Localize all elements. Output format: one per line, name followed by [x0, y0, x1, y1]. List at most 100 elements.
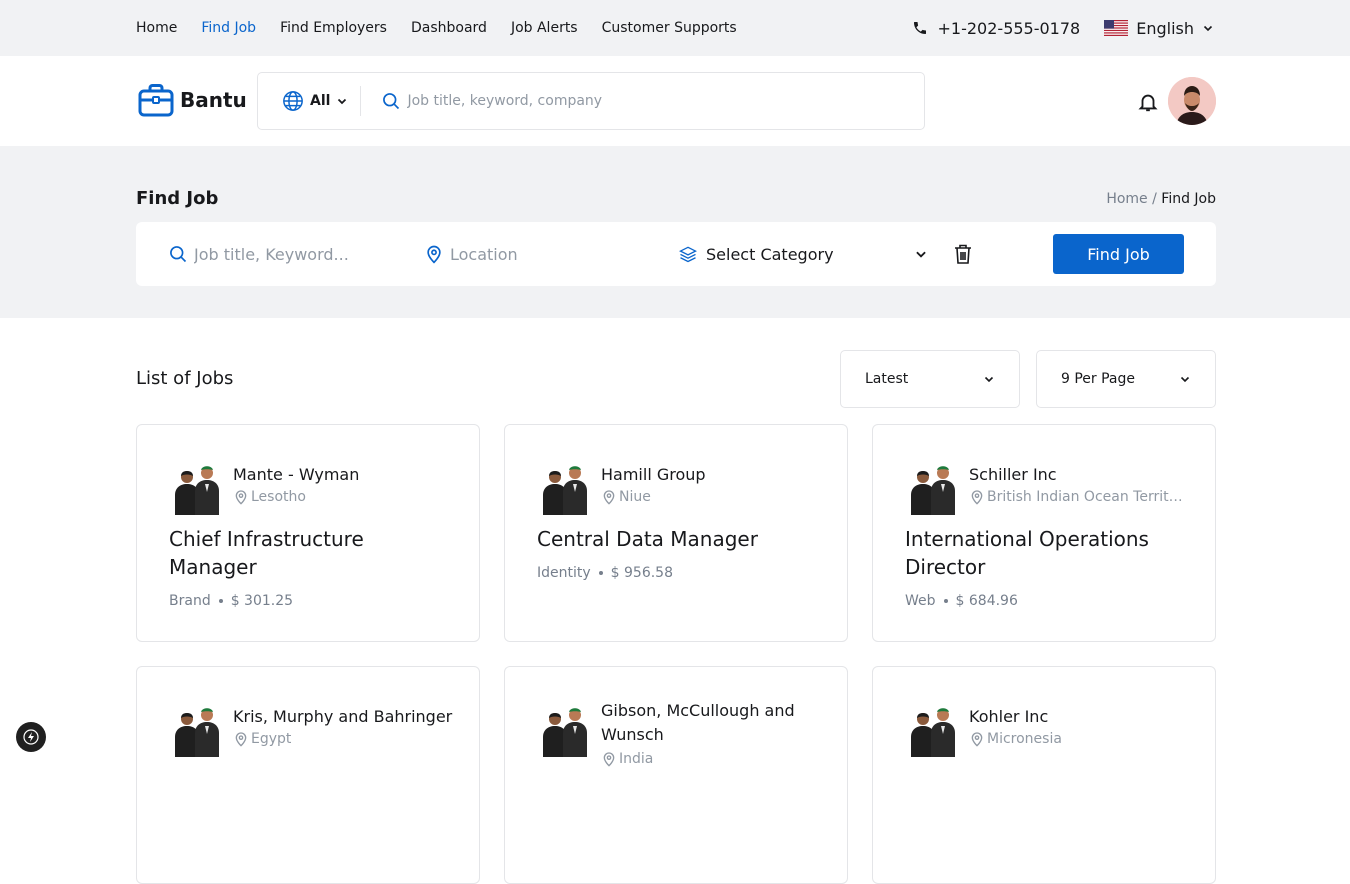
job-card[interactable]: Kohler Inc Micronesia: [872, 666, 1216, 884]
top-nav: Home Find Job Find Employers Dashboard J…: [136, 0, 737, 56]
separator-dot: [943, 599, 948, 603]
notification-button[interactable]: [1137, 91, 1159, 117]
job-filter-bar: Select Category Find Job: [136, 222, 1216, 286]
layers-icon: [679, 246, 697, 263]
job-card[interactable]: Mante - Wyman Lesotho Chief Infrastructu…: [136, 424, 480, 642]
nav-find-employers[interactable]: Find Employers: [280, 20, 387, 36]
header-search: All: [257, 72, 925, 130]
separator-dot: [218, 599, 223, 603]
chevron-down-icon: [916, 251, 926, 258]
job-salary: $ 301.25: [230, 593, 294, 609]
job-card[interactable]: Gibson, McCullough and Wunsch India: [504, 666, 848, 884]
job-type: Web: [905, 593, 936, 609]
keyword-filter: [168, 222, 374, 286]
nav-dashboard[interactable]: Dashboard: [411, 20, 487, 36]
company-location: British Indian Ocean Territory: [969, 489, 1189, 505]
page-title: Find Job: [136, 188, 219, 209]
company-name: Schiller Inc: [969, 465, 1057, 484]
company-name: Kohler Inc: [969, 707, 1049, 726]
search-icon: [383, 93, 400, 110]
location-text: Lesotho: [251, 489, 306, 505]
globe-icon: [283, 91, 303, 111]
company-name: Hamill Group: [601, 465, 706, 484]
map-pin-icon: [601, 489, 617, 505]
company-name: Kris, Murphy and Bahringer: [233, 707, 453, 726]
page-hero: Find Job Home / Find Job Select Category…: [0, 146, 1350, 318]
phone-contact[interactable]: +1-202-555-0178: [912, 18, 1081, 38]
company-logo: [905, 701, 961, 757]
job-card[interactable]: Hamill Group Niue Central Data Manager I…: [504, 424, 848, 642]
language-label: English: [1136, 18, 1194, 38]
briefcase-icon: [138, 84, 174, 117]
list-title: List of Jobs: [136, 368, 234, 389]
company-location: Egypt: [233, 731, 453, 747]
company-logo: [905, 459, 961, 515]
job-title: International Operations Director: [905, 527, 1149, 579]
company-location: Micronesia: [969, 731, 1189, 747]
breadcrumb-home[interactable]: Home: [1106, 191, 1147, 207]
map-pin-icon: [601, 751, 617, 767]
location-input[interactable]: [450, 244, 630, 264]
sort-label: Latest: [865, 371, 909, 387]
chevron-down-icon: [1180, 376, 1190, 383]
map-pin-icon: [969, 489, 985, 505]
floating-action-button[interactable]: [16, 722, 46, 752]
trash-icon: [955, 244, 971, 264]
job-title: Central Data Manager: [537, 527, 758, 551]
language-selector[interactable]: English: [1104, 19, 1214, 38]
brand-name: Bantu: [180, 88, 247, 112]
location-text: British Indian Ocean Territory: [987, 489, 1189, 505]
user-avatar-image: [1168, 77, 1216, 125]
country-selector[interactable]: All: [258, 86, 362, 116]
map-pin-icon: [233, 731, 249, 747]
nav-find-job[interactable]: Find Job: [201, 20, 256, 36]
job-type: Brand: [169, 593, 211, 609]
sort-select[interactable]: Latest: [840, 350, 1020, 408]
company-name: Mante - Wyman: [233, 465, 360, 484]
us-flag-icon: [1104, 20, 1129, 36]
phone-number: +1-202-555-0178: [937, 18, 1081, 38]
job-salary: $ 956.58: [610, 565, 673, 581]
location-text: Niue: [619, 489, 651, 505]
clear-filter-button[interactable]: [953, 243, 973, 269]
find-job-button[interactable]: Find Job: [1053, 234, 1184, 274]
location-text: Egypt: [251, 731, 292, 747]
chevron-down-icon: [984, 376, 994, 383]
per-page-select[interactable]: 9 Per Page: [1036, 350, 1216, 408]
breadcrumb-current: Find Job: [1161, 191, 1216, 207]
company-logo: [169, 459, 225, 515]
job-meta: Web $ 684.96: [905, 593, 1018, 609]
top-bar: Home Find Job Find Employers Dashboard J…: [0, 0, 1350, 56]
map-pin-icon: [233, 489, 249, 505]
header-search-field: [361, 91, 924, 111]
job-card[interactable]: Schiller Inc British Indian Ocean Territ…: [872, 424, 1216, 642]
breadcrumb: Home / Find Job: [1106, 191, 1216, 207]
brand-logo[interactable]: Bantu: [138, 83, 247, 117]
nav-job-alerts[interactable]: Job Alerts: [511, 20, 578, 36]
company-logo: [537, 459, 593, 515]
separator-dot: [598, 571, 603, 575]
category-label: Select Category: [706, 244, 834, 264]
job-meta: Identity $ 956.58: [537, 565, 673, 581]
country-label: All: [310, 93, 331, 109]
nav-customer-supports[interactable]: Customer Supports: [602, 20, 737, 36]
location-filter: [424, 222, 630, 286]
search-icon: [170, 246, 187, 263]
category-select[interactable]: Select Category: [678, 222, 928, 286]
map-pin-icon: [969, 731, 985, 747]
job-card[interactable]: Kris, Murphy and Bahringer Egypt: [136, 666, 480, 884]
company-location: India: [601, 751, 821, 767]
job-title: Chief Infrastructure Manager: [169, 527, 364, 579]
header-search-input[interactable]: [407, 93, 888, 109]
main-header: Bantu All: [0, 56, 1350, 146]
map-pin-icon: [427, 245, 441, 264]
chevron-down-icon: [1203, 25, 1213, 32]
per-page-label: 9 Per Page: [1061, 371, 1136, 387]
user-avatar[interactable]: [1168, 77, 1216, 125]
nav-home[interactable]: Home: [136, 20, 177, 36]
bell-icon: [1138, 94, 1158, 112]
phone-icon: [913, 22, 926, 34]
keyword-input[interactable]: [194, 244, 374, 264]
job-meta: Brand $ 301.25: [169, 593, 293, 609]
company-logo: [169, 701, 225, 757]
